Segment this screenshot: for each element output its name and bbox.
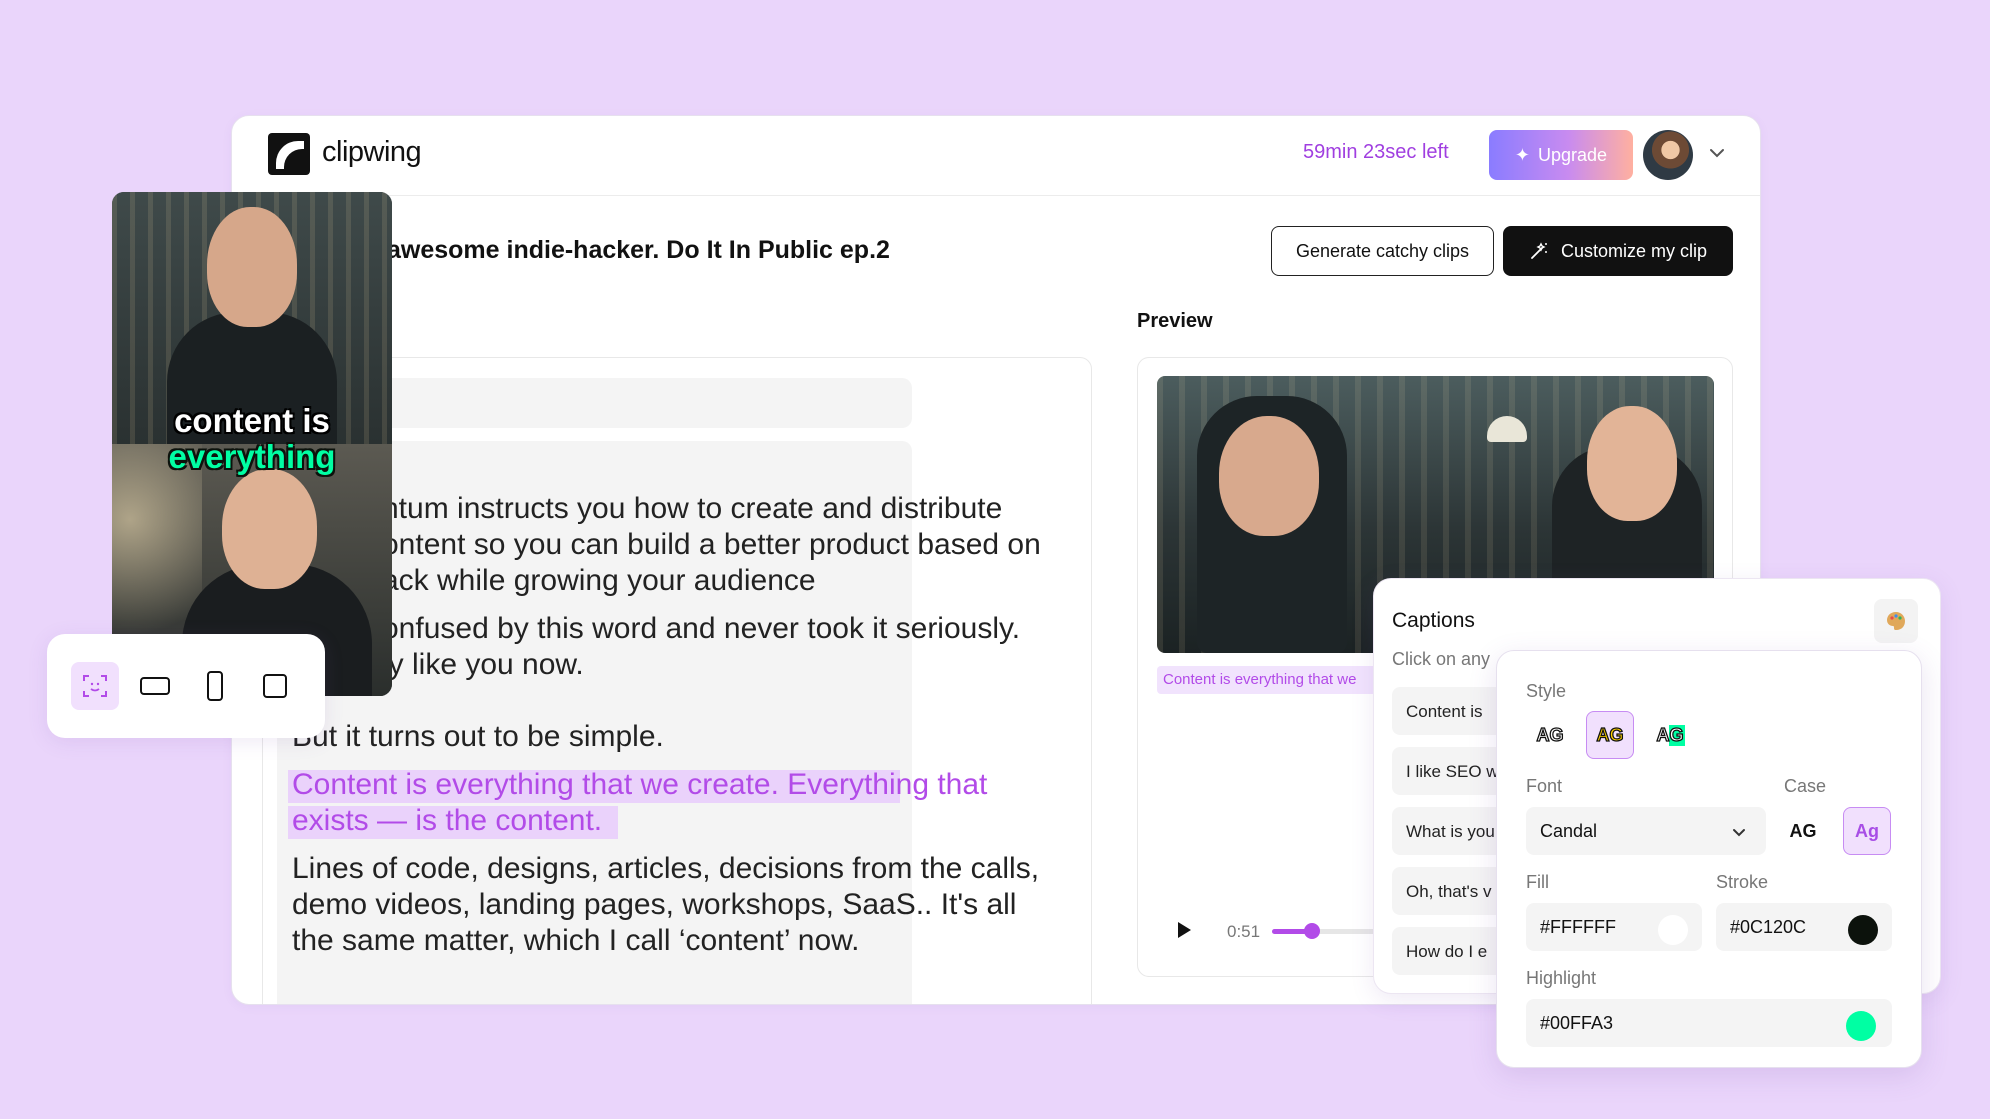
clip-caption-line: content is bbox=[174, 402, 330, 439]
square-ratio-button[interactable] bbox=[251, 662, 299, 710]
portrait-icon bbox=[207, 671, 223, 701]
face-tracking-button[interactable] bbox=[71, 662, 119, 710]
landscape-icon bbox=[140, 677, 170, 695]
chevron-down-icon[interactable] bbox=[1730, 823, 1748, 841]
transcript-line[interactable]: the same matter, which I call ‘content’ … bbox=[292, 923, 860, 959]
app-name: clipwing bbox=[322, 136, 422, 168]
chevron-down-icon[interactable] bbox=[1707, 143, 1727, 163]
transcript-line[interactable]: ly like you now. bbox=[382, 647, 584, 683]
style-label: Style bbox=[1526, 681, 1567, 701]
caption-style-button[interactable] bbox=[1874, 599, 1918, 643]
transcript-line[interactable]: demo videos, landing pages, workshops, S… bbox=[292, 887, 1016, 923]
preview-heading: Preview bbox=[1137, 310, 1213, 332]
style-option-highlight[interactable]: AG bbox=[1646, 711, 1694, 759]
style-option-outline[interactable]: AG bbox=[1526, 711, 1574, 759]
transcript-line[interactable]: Lines of code, designs, articles, decisi… bbox=[292, 851, 1039, 887]
uppercase-button[interactable]: AG bbox=[1779, 807, 1827, 855]
case-label: Case bbox=[1784, 776, 1827, 796]
fill-swatch[interactable] bbox=[1658, 915, 1688, 945]
transcript-line[interactable]: ack while growing your audience bbox=[382, 563, 816, 599]
transcript-line[interactable]: ntum instructs you how to create and dis… bbox=[382, 491, 1002, 527]
upgrade-label: Upgrade bbox=[1538, 144, 1608, 165]
titlecase-button[interactable]: Ag bbox=[1843, 807, 1891, 855]
fill-color-value: #FFFFFF bbox=[1540, 917, 1616, 937]
fill-label: Fill bbox=[1526, 872, 1549, 892]
user-avatar[interactable] bbox=[1643, 130, 1693, 180]
transcript-line-highlighted[interactable]: exists — is the content. bbox=[292, 803, 602, 839]
vertical-clip-preview[interactable]: content is everything bbox=[112, 192, 392, 696]
portrait-ratio-button[interactable] bbox=[191, 662, 239, 710]
top-bar: clipwing 59min 23sec left ✦ Upgrade bbox=[232, 116, 1760, 196]
captions-subtitle: Click on any bbox=[1392, 649, 1491, 669]
highlight-label: Highlight bbox=[1526, 968, 1597, 988]
customize-label: Customize my clip bbox=[1560, 240, 1708, 261]
square-icon bbox=[263, 674, 287, 698]
stroke-color-value: #0C120C bbox=[1730, 917, 1807, 937]
highlight-swatch[interactable] bbox=[1846, 1011, 1876, 1041]
clip-caption-highlight: everything bbox=[168, 438, 336, 475]
paint-palette-icon bbox=[1887, 612, 1905, 630]
fill-color-field[interactable]: #FFFFFF bbox=[1526, 903, 1702, 951]
playback-time: 0:51 bbox=[1227, 922, 1261, 941]
upgrade-button[interactable]: ✦ Upgrade bbox=[1489, 130, 1633, 180]
transcript-line[interactable]: But it turns out to be simple. bbox=[292, 719, 664, 755]
stroke-label: Stroke bbox=[1716, 872, 1769, 892]
style-option-shadow[interactable]: AG bbox=[1586, 711, 1634, 759]
clipwing-logo-icon[interactable] bbox=[268, 133, 310, 175]
seek-handle[interactable] bbox=[1303, 923, 1320, 939]
generate-clips-button[interactable]: Generate catchy clips bbox=[1271, 226, 1494, 276]
stroke-swatch[interactable] bbox=[1848, 915, 1878, 945]
caption-style-panel: Style AG AG AG Font Candal Case AG Ag Fi… bbox=[1496, 650, 1922, 1068]
highlight-color-value: #00FFA3 bbox=[1540, 1013, 1614, 1033]
transcript-line[interactable]: ontent so you can build a better product… bbox=[382, 527, 1041, 563]
highlight-color-field[interactable]: #00FFA3 bbox=[1526, 999, 1892, 1047]
time-left-label: 59min 23sec left bbox=[1303, 141, 1449, 163]
landscape-ratio-button[interactable] bbox=[131, 662, 179, 710]
transcript-line-highlighted[interactable]: Content is everything that we create. Ev… bbox=[292, 767, 987, 803]
font-label: Font bbox=[1526, 776, 1563, 796]
magic-wand-icon: ✦ bbox=[1514, 144, 1531, 165]
play-icon[interactable] bbox=[1169, 916, 1197, 944]
stroke-color-field[interactable]: #0C120C bbox=[1716, 903, 1892, 951]
transcript-line[interactable]: onfused by this word and never took it s… bbox=[382, 611, 1020, 647]
aspect-ratio-toolbar bbox=[47, 634, 325, 738]
face-focus-icon bbox=[83, 675, 107, 697]
captions-title: Captions bbox=[1392, 609, 1475, 632]
customize-clip-button[interactable]: Customize my clip bbox=[1503, 226, 1733, 276]
magic-wand-icon bbox=[1531, 242, 1547, 259]
